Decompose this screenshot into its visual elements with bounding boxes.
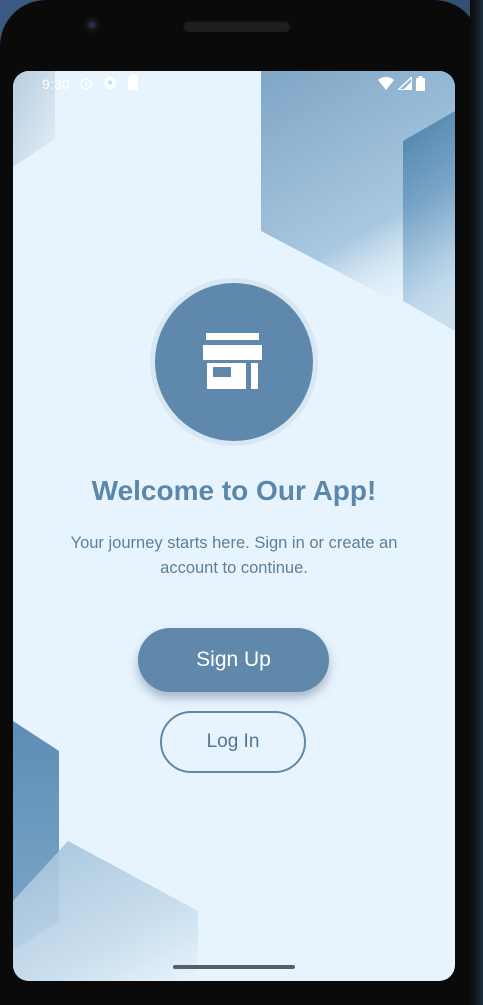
cell-signal-icon (398, 77, 412, 90)
wifi-icon (378, 77, 394, 90)
decorative-shape-top-right (13, 71, 455, 981)
sign-up-button[interactable]: Sign Up (138, 628, 329, 692)
battery-icon (416, 76, 425, 91)
earpiece-speaker (183, 20, 291, 32)
status-time: 9:30 (42, 76, 71, 92)
status-icons-right (378, 76, 425, 91)
phone-edge (470, 0, 483, 1005)
app-screen: 9:30 Welcome to Our App! Your journey st… (13, 71, 455, 981)
front-camera (84, 17, 100, 33)
welcome-subtitle: Your journey starts here. Sign in or cre… (43, 531, 425, 581)
status-icons-left (79, 75, 139, 91)
storefront-icon (203, 333, 262, 389)
welcome-subtitle-line-2: account to continue. (160, 559, 308, 577)
welcome-title: Welcome to Our App! (91, 475, 377, 506)
status-bar: 9:30 (13, 71, 455, 97)
welcome-subtitle-line-1: Your journey starts here. Sign in or cre… (70, 534, 398, 552)
log-in-button[interactable]: Log In (160, 711, 306, 773)
alarm-icon (80, 78, 92, 90)
sim-card-icon (128, 75, 138, 90)
shield-icon (104, 76, 116, 90)
home-indicator[interactable] (173, 965, 295, 969)
